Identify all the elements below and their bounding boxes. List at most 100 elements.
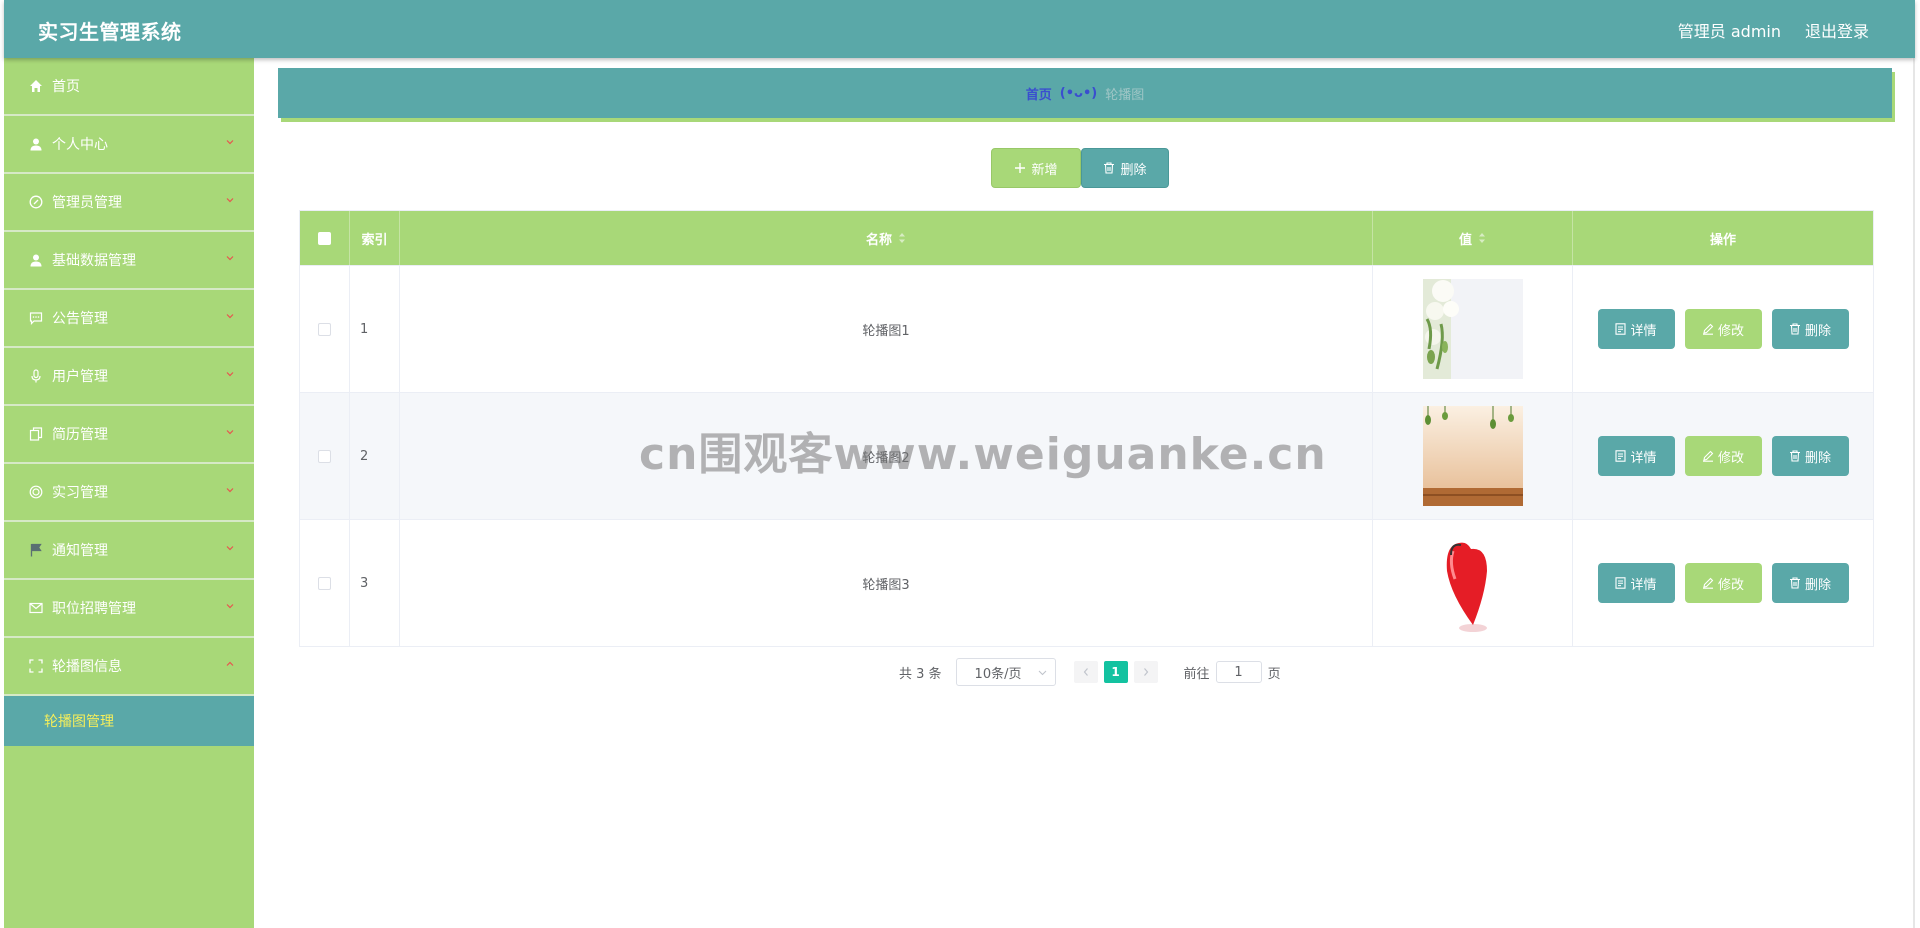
breadcrumb-separator: (•ᴗ•)	[1059, 85, 1098, 101]
column-header-name[interactable]: 名称	[400, 211, 1373, 265]
breadcrumb-current: 轮播图	[1105, 87, 1145, 103]
sidebar-item-admin-management[interactable]: 管理员管理	[4, 174, 254, 232]
sidebar-subitem-carousel-management[interactable]: 轮播图管理	[4, 696, 254, 746]
add-button[interactable]: 新增	[991, 148, 1081, 188]
toolbar: 新增 删除	[991, 148, 1169, 188]
sidebar-item-notifications[interactable]: 通知管理	[4, 522, 254, 580]
white-flowers-image[interactable]	[1422, 279, 1523, 379]
detail-button-label: 详情	[1630, 450, 1657, 466]
chevron-left-icon	[1083, 668, 1088, 676]
sidebar-item-label: 个人中心	[52, 137, 108, 153]
row-checkbox[interactable]	[318, 576, 331, 590]
column-header-value-label: 值	[1458, 232, 1472, 248]
row-checkbox[interactable]	[318, 322, 331, 336]
sidebar-item-internship[interactable]: 实习管理	[4, 464, 254, 522]
row-actions: 详情 修改 删除	[1573, 520, 1873, 646]
delete-button-label: 删除	[1804, 577, 1831, 593]
row-index: 2	[350, 393, 400, 519]
main-content: 首页 (•ᴗ•) 轮播图 新增 删除 索引 名称 值 操作 1 轮播图1 详情 …	[254, 58, 1915, 928]
sidebar-item-label: 首页	[52, 79, 80, 95]
next-page-button[interactable]	[1133, 661, 1158, 683]
sidebar-item-label: 轮播图信息	[52, 659, 122, 675]
edit-button[interactable]: 修改	[1684, 436, 1762, 476]
mail-icon	[28, 600, 44, 616]
sort-icon	[1479, 233, 1485, 243]
row-index: 3	[350, 520, 400, 646]
sidebar-item-home[interactable]: 首页	[4, 58, 254, 116]
delete-button[interactable]: 删除	[1771, 436, 1849, 476]
edit-icon	[1702, 323, 1714, 335]
detail-button[interactable]: 详情	[1597, 309, 1675, 349]
total-count: 共 3 条	[899, 666, 942, 682]
delete-button[interactable]: 删除	[1771, 563, 1849, 603]
sidebar-item-carousel-info[interactable]: 轮播图信息	[4, 638, 254, 696]
sidebar-item-label: 公告管理	[52, 311, 108, 327]
row-index: 1	[350, 266, 400, 392]
chevron-right-icon	[1143, 668, 1148, 676]
row-checkbox[interactable]	[318, 449, 331, 463]
sidebar-item-resumes[interactable]: 简历管理	[4, 406, 254, 464]
pagination: 共 3 条 10条/页 1 前往 页	[899, 658, 1281, 686]
logout-link[interactable]: 退出登录	[1805, 18, 1869, 42]
sort-icon	[899, 233, 905, 243]
prev-page-button[interactable]	[1073, 661, 1098, 683]
sidebar-item-label: 用户管理	[52, 369, 108, 385]
detail-button-label: 详情	[1630, 577, 1657, 593]
table-row: 3 轮播图3 详情 修改 删除	[300, 519, 1873, 646]
delete-button[interactable]: 删除	[1771, 309, 1849, 349]
microphone-icon	[28, 368, 44, 384]
user-icon	[28, 252, 44, 268]
column-header-value[interactable]: 值	[1373, 211, 1573, 265]
row-select-cell	[300, 393, 350, 519]
batch-delete-button[interactable]: 删除	[1081, 148, 1169, 188]
page-jump-input[interactable]	[1215, 661, 1262, 683]
row-actions: 详情 修改 删除	[1573, 266, 1873, 392]
chevron-down-icon	[226, 430, 234, 435]
row-value-cell	[1373, 393, 1573, 519]
chevron-down-icon	[226, 314, 234, 319]
sidebar-item-job-recruitment[interactable]: 职位招聘管理	[4, 580, 254, 638]
edit-icon	[1702, 450, 1714, 462]
sidebar-item-announcements[interactable]: 公告管理	[4, 290, 254, 348]
breadcrumb-home[interactable]: 首页	[1026, 84, 1052, 103]
breadcrumb: 首页 (•ᴗ•) 轮播图	[278, 68, 1892, 118]
app-window: 实习生管理系统 管理员 admin 退出登录 首页 个人中心 管理员管理 基础数…	[4, 0, 1915, 928]
page-number-current[interactable]: 1	[1103, 661, 1128, 683]
chevron-down-icon	[226, 546, 234, 551]
edit-button[interactable]: 修改	[1684, 309, 1762, 349]
edit-icon	[1702, 577, 1714, 589]
chevron-up-icon	[226, 661, 234, 666]
detail-button-label: 详情	[1630, 323, 1657, 339]
sidebar-item-label: 简历管理	[52, 427, 108, 443]
trash-icon	[1104, 162, 1115, 174]
edit-button-label: 修改	[1717, 577, 1744, 593]
sidebar-item-personal-center[interactable]: 个人中心	[4, 116, 254, 174]
detail-button[interactable]: 详情	[1597, 563, 1675, 603]
page-size-select[interactable]: 10条/页	[955, 658, 1056, 686]
flag-icon	[28, 542, 44, 558]
document-icon	[1615, 577, 1627, 589]
watermark: cn围观客www.weiguanke.cn	[639, 429, 1327, 480]
row-value-cell	[1373, 266, 1573, 392]
select-all-checkbox[interactable]	[318, 231, 331, 245]
sidebar-item-basic-data[interactable]: 基础数据管理	[4, 232, 254, 290]
row-value-cell	[1373, 520, 1573, 646]
red-heart-image[interactable]	[1422, 533, 1523, 633]
add-button-label: 新增	[1031, 162, 1058, 178]
sidebar-item-users[interactable]: 用户管理	[4, 348, 254, 406]
sidebar-item-label: 管理员管理	[52, 195, 122, 211]
chevron-down-icon	[226, 140, 234, 145]
chevron-down-icon	[226, 256, 234, 261]
row-name: 轮播图3	[400, 520, 1373, 646]
chevron-down-icon	[1038, 670, 1046, 676]
chevron-down-icon	[226, 198, 234, 203]
column-header-index: 索引	[350, 211, 400, 265]
sidebar-item-label: 基础数据管理	[52, 253, 136, 269]
detail-button[interactable]: 详情	[1597, 436, 1675, 476]
column-header-name-label: 名称	[865, 232, 892, 248]
hanging-leaves-image[interactable]	[1422, 406, 1523, 506]
edit-button-label: 修改	[1717, 323, 1744, 339]
edit-button[interactable]: 修改	[1684, 563, 1762, 603]
chat-icon	[28, 310, 44, 326]
sidebar-item-label: 通知管理	[52, 543, 108, 559]
